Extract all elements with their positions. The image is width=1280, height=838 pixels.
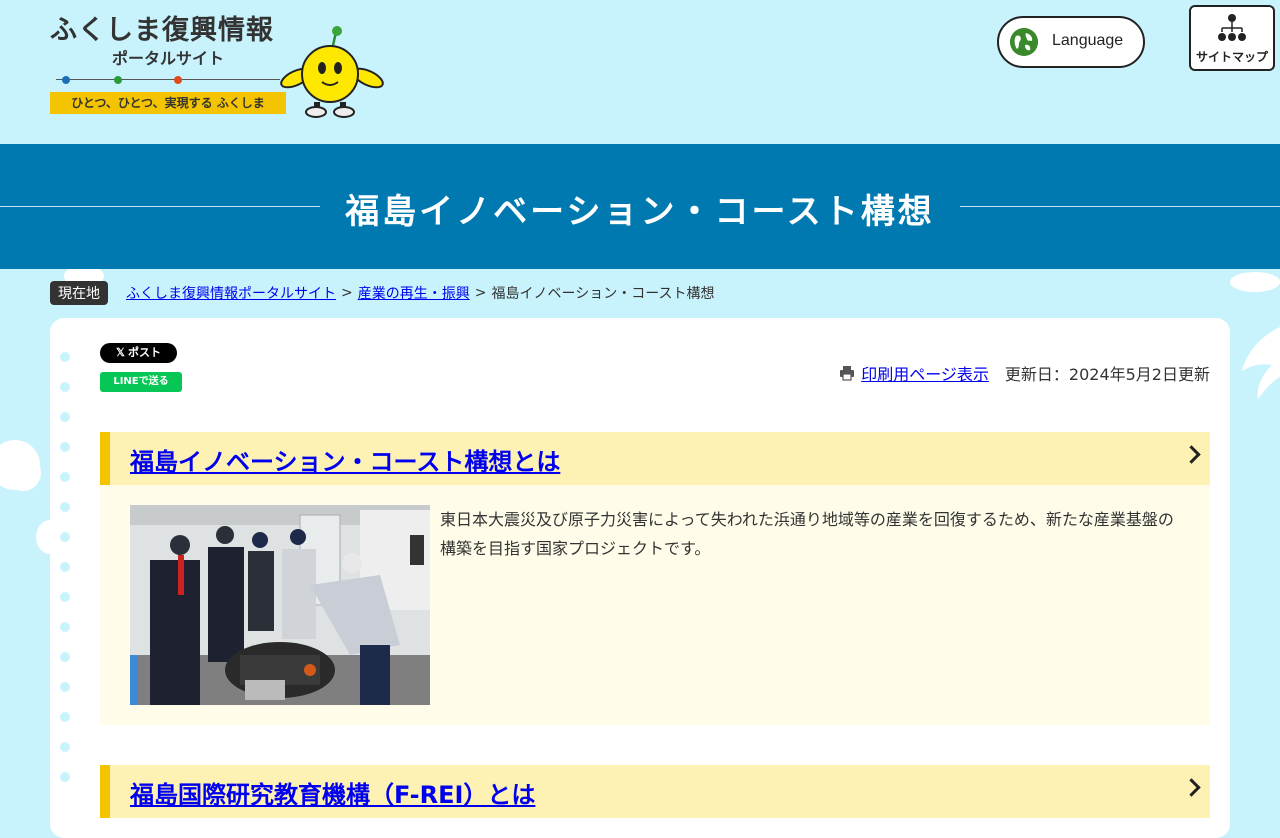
notebook-holes: [60, 352, 70, 802]
section-photo: [130, 505, 430, 705]
section-body: 東日本大震災及び原子力災害によって失われた浜通り地域等の産業を回復するため、新た…: [100, 485, 1210, 725]
content-card: 𝕏 ポスト LINEで送る 印刷用ページ表示 更新日：2024年5月2日更新 福…: [50, 318, 1230, 838]
breadcrumb-here-label: 現在地: [50, 281, 108, 305]
logo-subtitle: ポータルサイト: [111, 49, 224, 68]
chevron-right-icon: [1182, 445, 1201, 464]
section-heading[interactable]: 福島国際研究教育機構（F-REI）とは: [100, 765, 1210, 818]
section-f-rei: 福島国際研究教育機構（F-REI）とは: [100, 765, 1210, 818]
section-heading-link[interactable]: 福島イノベーション・コースト構想とは: [130, 442, 560, 477]
sitemap-label: サイトマップ: [1195, 50, 1268, 64]
logo-tagline: ひとつ、ひとつ、実現する ふくしま: [50, 92, 286, 114]
breadcrumb-link-industry[interactable]: 産業の再生・振興: [358, 283, 470, 303]
page-title: 福島イノベーション・コースト構想: [345, 192, 935, 232]
x-post-button[interactable]: 𝕏 ポスト: [100, 343, 177, 363]
site-logo[interactable]: ふくしま復興情報 ポータルサイト ひとつ、ひとつ、実現する ふくしま: [50, 14, 290, 114]
chevron-right-icon: [1182, 778, 1201, 797]
breadcrumb-current: 福島イノベーション・コースト構想: [491, 286, 715, 302]
sitemap-button[interactable]: サイトマップ: [1189, 5, 1275, 71]
logo-dots: [56, 74, 280, 86]
line-share-button[interactable]: LINEで送る: [100, 372, 182, 392]
language-button[interactable]: Language: [997, 16, 1145, 68]
breadcrumb: 現在地 ふくしま復興情報ポータルサイト > 産業の再生・振興 > 福島イノベーシ…: [50, 281, 715, 305]
globe-icon: [1010, 28, 1038, 56]
section-heading[interactable]: 福島イノベーション・コースト構想とは: [100, 432, 1210, 485]
section-description: 東日本大震災及び原子力災害によって失われた浜通り地域等の産業を回復するため、新た…: [440, 510, 1174, 558]
site-header: ふくしま復興情報 ポータルサイト ひとつ、ひとつ、実現する ふくしま Langu…: [0, 0, 1280, 144]
breadcrumb-separator: >: [474, 285, 487, 301]
section-innovation-coast: 福島イノベーション・コースト構想とは 東日本大震災及び原子力災害によって失われた…: [100, 432, 1210, 725]
bird-decoration: [1242, 327, 1280, 399]
breadcrumb-separator: >: [341, 285, 353, 301]
section-heading-link[interactable]: 福島国際研究教育機構（F-REI）とは: [130, 775, 535, 810]
page-tools: 印刷用ページ表示 更新日：2024年5月2日更新: [839, 361, 1210, 385]
print-page-link[interactable]: 印刷用ページ表示: [861, 361, 989, 385]
cloud-decoration: [5, 455, 41, 491]
updated-date: 更新日：2024年5月2日更新: [1004, 365, 1210, 384]
sitemap-icon: [1218, 14, 1246, 41]
page-banner: 福島イノベーション・コースト構想: [0, 144, 1280, 269]
logo-title: ふくしま復興情報: [50, 15, 274, 46]
language-label: Language: [1052, 32, 1124, 49]
mascot-image: [280, 26, 384, 118]
cloud-decoration: [1230, 272, 1280, 292]
printer-icon: [840, 366, 855, 381]
breadcrumb-link-home[interactable]: ふくしま復興情報ポータルサイト: [126, 283, 336, 303]
